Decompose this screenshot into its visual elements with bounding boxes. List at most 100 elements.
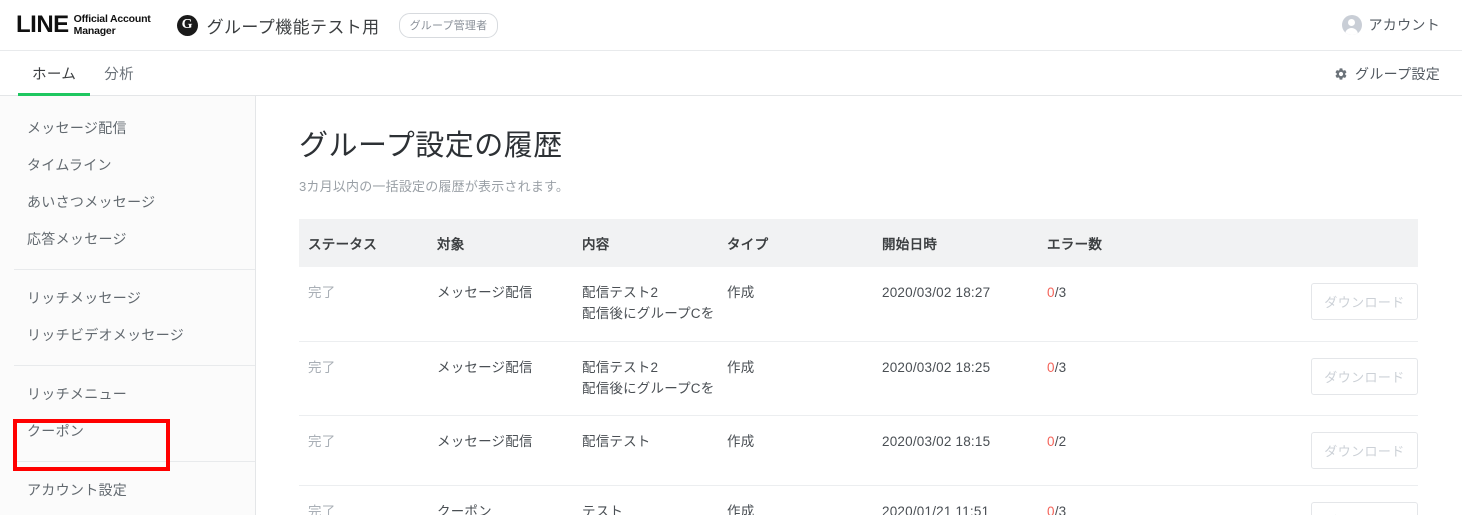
content-line-1: 配信テスト2 <box>582 284 659 300</box>
tab-home-label: ホーム <box>32 66 77 83</box>
tab-analytics[interactable]: 分析 <box>90 51 148 95</box>
logo-subtitle: Official Account Manager <box>74 13 151 38</box>
sidebar-item-account-settings[interactable]: アカウント設定 <box>0 472 255 509</box>
role-badge: グループ管理者 <box>398 12 499 38</box>
history-table-body: 完了 メッセージ配信 配信テスト2 配信後にグループCを 作成 2020/03/… <box>299 266 1418 515</box>
table-row: 完了 クーポン テスト 作成 2020/01/21 11:51 0/3 ダウンロ… <box>299 485 1418 515</box>
cell-target: クーポン <box>437 485 582 515</box>
group-settings-button[interactable]: グループ設定 <box>1334 51 1440 97</box>
gear-icon <box>1335 68 1347 80</box>
cell-action: ダウンロード <box>1197 341 1418 417</box>
cell-type: 作成 <box>727 266 882 342</box>
cell-type: 作成 <box>727 415 882 487</box>
error-failed-count: 0 <box>1047 434 1055 450</box>
error-failed-count: 0 <box>1047 359 1055 375</box>
history-table-head: ステータス 対象 内容 タイプ 開始日時 エラー数 <box>299 218 1418 267</box>
sidebar-divider-3 <box>14 461 255 462</box>
cell-type: 作成 <box>727 341 882 417</box>
download-button[interactable]: ダウンロード <box>1311 432 1418 470</box>
cell-content: 配信テスト2 配信後にグループCを <box>582 266 727 342</box>
sidebar-item-broadcast[interactable]: メッセージ配信 <box>0 110 255 147</box>
content-line-1: 配信テスト2 <box>582 359 659 375</box>
download-button[interactable]: ダウンロード <box>1311 502 1418 515</box>
tab-home[interactable]: ホーム <box>18 51 91 96</box>
col-header-status: ステータス <box>299 218 437 267</box>
status-badge: 完了 <box>308 434 336 450</box>
cell-status: 完了 <box>299 266 437 342</box>
sidebar-item-timeline[interactable]: タイムライン <box>0 147 255 184</box>
error-total-count: /3 <box>1054 504 1067 515</box>
group-name: グループ機能テスト用 <box>206 17 380 37</box>
page-description: 3カ月以内の一括設定の履歴が表示されます。 <box>299 178 570 194</box>
cell-status: 完了 <box>299 341 437 417</box>
sidebar-item-rich-video-message[interactable]: リッチビデオメッセージ <box>0 317 255 354</box>
cell-status: 完了 <box>299 485 437 515</box>
cell-target: メッセージ配信 <box>437 415 582 487</box>
cell-content: 配信テスト2 配信後にグループCを <box>582 341 727 417</box>
status-badge: 完了 <box>308 359 336 375</box>
sidebar-divider-1 <box>14 269 255 270</box>
sidebar-item-coupon[interactable]: クーポン <box>0 413 255 450</box>
error-total-count: /3 <box>1054 359 1067 375</box>
cell-content: テスト <box>582 485 727 515</box>
group-settings-label: グループ設定 <box>1355 66 1440 82</box>
table-header-row: ステータス 対象 内容 タイプ 開始日時 エラー数 <box>299 218 1418 267</box>
cell-started-at: 2020/03/02 18:15 <box>882 415 1047 487</box>
col-header-content: 内容 <box>582 218 727 267</box>
download-button[interactable]: ダウンロード <box>1311 282 1418 320</box>
cell-errors: 0/3 <box>1047 266 1197 342</box>
error-failed-count: 0 <box>1047 504 1055 515</box>
cell-errors: 0/2 <box>1047 415 1197 487</box>
status-badge: 完了 <box>308 504 336 515</box>
logo-line-text: LINE <box>16 11 69 38</box>
content-line-2: 配信後にグループCを <box>582 305 715 321</box>
error-total-count: /3 <box>1054 284 1067 300</box>
error-total-count: /2 <box>1054 434 1067 450</box>
sidebar: メッセージ配信 タイムライン あいさつメッセージ 応答メッセージ リッチメッセー… <box>0 96 256 515</box>
col-header-type: タイプ <box>727 218 882 267</box>
top-header: LINE Official Account Manager G グループ機能テス… <box>0 0 1462 50</box>
cell-type: 作成 <box>727 485 882 515</box>
logo-subtitle-line2: Manager <box>73 24 116 37</box>
cell-action: ダウンロード <box>1197 415 1418 487</box>
sidebar-item-auto-response[interactable]: 応答メッセージ <box>0 221 255 258</box>
cell-started-at: 2020/01/21 11:51 <box>882 485 1047 515</box>
history-table: ステータス 対象 内容 タイプ 開始日時 エラー数 完了 メッセージ配信 配信テ… <box>299 218 1418 515</box>
table-row: 完了 メッセージ配信 配信テスト2 配信後にグループCを 作成 2020/03/… <box>299 266 1418 342</box>
logo-subtitle-line1: Official Account <box>73 12 151 25</box>
col-header-target: 対象 <box>437 218 582 267</box>
cell-target: メッセージ配信 <box>437 266 582 342</box>
sidebar-divider-2 <box>14 365 255 366</box>
line-oa-manager-logo[interactable]: LINE Official Account Manager <box>16 13 151 38</box>
table-row: 完了 メッセージ配信 配信テスト2 配信後にグループCを 作成 2020/03/… <box>299 341 1418 417</box>
cell-action: ダウンロード <box>1197 485 1418 515</box>
sidebar-item-rich-menu[interactable]: リッチメニュー <box>0 376 255 413</box>
main-content: グループ設定の履歴 3カ月以内の一括設定の履歴が表示されます。 ステータス 対象… <box>256 96 1462 515</box>
account-menu-label: アカウント <box>1368 17 1440 33</box>
download-button[interactable]: ダウンロード <box>1311 357 1418 395</box>
sidebar-item-rich-message[interactable]: リッチメッセージ <box>0 280 255 317</box>
avatar-icon <box>1341 15 1362 35</box>
cell-action: ダウンロード <box>1197 266 1418 342</box>
cell-errors: 0/3 <box>1047 485 1197 515</box>
tab-analytics-label: 分析 <box>104 66 135 83</box>
content-line-1: テスト <box>582 504 624 515</box>
status-badge: 完了 <box>308 284 336 300</box>
col-header-action <box>1197 218 1418 267</box>
page-body: メッセージ配信 タイムライン あいさつメッセージ 応答メッセージ リッチメッセー… <box>0 96 1462 515</box>
cell-status: 完了 <box>299 415 437 487</box>
table-row: 完了 メッセージ配信 配信テスト 作成 2020/03/02 18:15 0/2… <box>299 415 1418 487</box>
group-account-block[interactable]: G グループ機能テスト用 グループ管理者 <box>176 12 499 38</box>
error-failed-count: 0 <box>1047 284 1055 300</box>
cell-target: メッセージ配信 <box>437 341 582 417</box>
page-title: グループ設定の履歴 <box>299 130 563 162</box>
sidebar-item-greeting-message[interactable]: あいさつメッセージ <box>0 184 255 221</box>
col-header-started: 開始日時 <box>882 218 1047 267</box>
main-nav: ホーム 分析 グループ設定 <box>0 50 1462 96</box>
col-header-errors: エラー数 <box>1047 218 1197 267</box>
group-badge-icon: G <box>176 14 198 36</box>
cell-started-at: 2020/03/02 18:25 <box>882 341 1047 417</box>
content-line-1: 配信テスト <box>582 434 651 450</box>
content-line-2: 配信後にグループCを <box>582 380 715 396</box>
account-menu[interactable]: アカウント <box>1341 0 1441 50</box>
